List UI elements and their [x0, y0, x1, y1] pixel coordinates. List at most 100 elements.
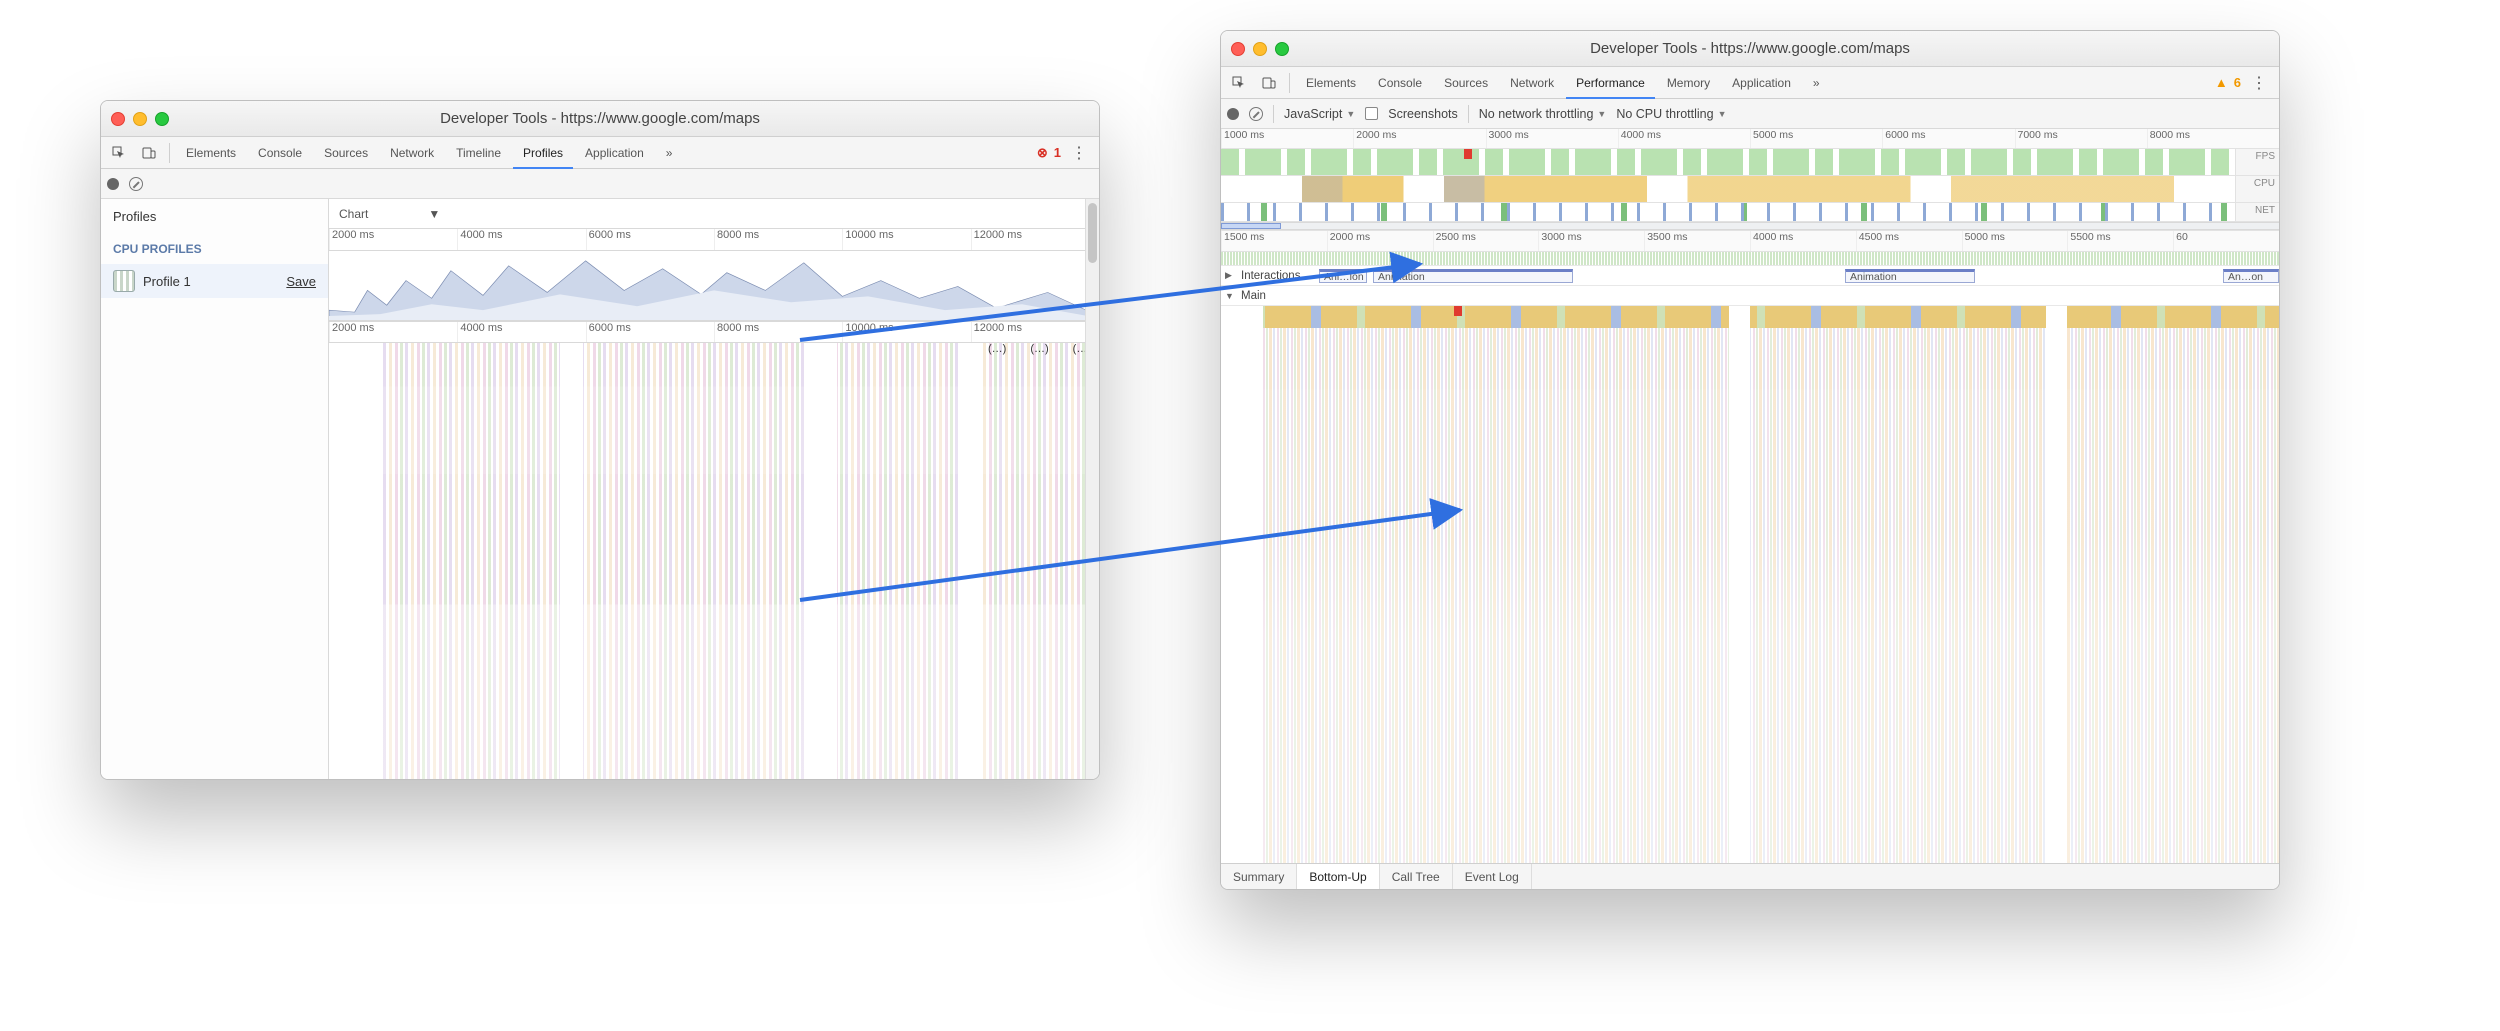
overview-ruler[interactable]: 2000 ms 4000 ms 6000 ms 8000 ms 10000 ms…	[329, 229, 1099, 251]
ruler-tick: 5000 ms	[1750, 129, 1882, 148]
network-throttle-select[interactable]: No network throttling ▼	[1479, 107, 1607, 121]
tab-performance[interactable]: Performance	[1566, 67, 1655, 99]
ruler-tick: 2500 ms	[1433, 231, 1539, 251]
inspect-element-icon[interactable]	[1225, 69, 1253, 97]
overview-lane-cpu[interactable]: CPU	[1221, 176, 2279, 203]
tab-console[interactable]: Console	[1368, 67, 1432, 99]
ruler-tick: 6000 ms	[1882, 129, 2014, 148]
tab-overflow[interactable]: »	[656, 137, 683, 169]
profile-type-select[interactable]: JavaScript ▼	[1284, 107, 1355, 121]
warning-badge-icon[interactable]: ▲	[2215, 75, 2228, 90]
details-tab-summary[interactable]: Summary	[1221, 864, 1297, 889]
tab-elements[interactable]: Elements	[176, 137, 246, 169]
interactions-track[interactable]: ▶ Interactions Ani…ion Animation Animati…	[1221, 266, 2279, 286]
ruler-tick: 8000 ms	[2147, 129, 2279, 148]
record-button-icon[interactable]	[1227, 108, 1239, 120]
tab-network[interactable]: Network	[1500, 67, 1564, 99]
device-toolbar-icon[interactable]	[1255, 69, 1283, 97]
ruler-tick: 6000 ms	[586, 229, 714, 250]
zoom-window-icon[interactable]	[1275, 42, 1289, 56]
clear-button-icon[interactable]	[1249, 107, 1263, 121]
settings-kebab-icon[interactable]: ⋮	[1067, 143, 1091, 163]
ruler-tick: 2000 ms	[329, 229, 457, 250]
overview-lane-net[interactable]: NET	[1221, 203, 2279, 222]
tab-application[interactable]: Application	[1722, 67, 1801, 99]
tab-sources[interactable]: Sources	[314, 137, 378, 169]
main-flame-chart[interactable]	[1221, 306, 2279, 863]
clear-button-icon[interactable]	[129, 177, 143, 191]
ruler-tick: 5500 ms	[2067, 231, 2173, 251]
settings-kebab-icon[interactable]: ⋮	[2247, 73, 2271, 93]
details-tab-calltree[interactable]: Call Tree	[1380, 864, 1453, 889]
profile-name: Profile 1	[143, 274, 191, 289]
profile-list-item[interactable]: Profile 1 Save	[101, 264, 328, 298]
tab-elements[interactable]: Elements	[1296, 67, 1366, 99]
disclosure-down-icon[interactable]: ▼	[1225, 291, 1235, 301]
vertical-scrollbar[interactable]	[1085, 199, 1099, 779]
animation-segment[interactable]: An…on	[2223, 269, 2279, 283]
tab-timeline[interactable]: Timeline	[446, 137, 511, 169]
chevron-down-icon: ▼	[428, 207, 440, 221]
profile-save-link[interactable]: Save	[286, 274, 316, 289]
ruler-tick: 10000 ms	[842, 322, 970, 342]
minimize-window-icon[interactable]	[133, 112, 147, 126]
error-badge-icon[interactable]: ⊗	[1037, 145, 1048, 161]
minimize-window-icon[interactable]	[1253, 42, 1267, 56]
traffic-lights	[1231, 42, 1289, 56]
truncated-labels: (…) (…) (…)	[329, 343, 1099, 359]
ruler-tick: 1500 ms	[1221, 231, 1327, 251]
flame-ruler[interactable]: 2000 ms 4000 ms 6000 ms 8000 ms 10000 ms…	[329, 321, 1099, 343]
tab-overflow[interactable]: »	[1803, 67, 1830, 99]
overview-ruler[interactable]: 1000 ms 2000 ms 3000 ms 4000 ms 5000 ms …	[1221, 129, 2279, 149]
performance-toolbar: JavaScript ▼ Screenshots No network thro…	[1221, 99, 2279, 129]
chevron-down-icon: ▼	[1346, 109, 1355, 119]
sidebar-section-cpu: CPU PROFILES	[101, 234, 328, 264]
panel-tabstrip: Elements Console Sources Network Timelin…	[101, 137, 1099, 169]
ruler-tick: 4000 ms	[1618, 129, 1750, 148]
animation-segment[interactable]: Animation	[1845, 269, 1975, 283]
disclosure-right-icon[interactable]: ▶	[1225, 270, 1235, 281]
profile-type-label: JavaScript	[1284, 107, 1342, 121]
ruler-tick: 8000 ms	[714, 322, 842, 342]
main-ruler[interactable]: 1500 ms 2000 ms 2500 ms 3000 ms 3500 ms …	[1221, 230, 2279, 252]
warning-count[interactable]: 6	[2234, 75, 2241, 90]
animation-segment[interactable]: Animation	[1373, 269, 1573, 283]
ruler-tick: 5000 ms	[1962, 231, 2068, 251]
cpu-flame-chart[interactable]: (…) (…) (…)	[329, 343, 1099, 779]
ruler-tick: 4000 ms	[1750, 231, 1856, 251]
lane-label-net: NET	[2235, 203, 2279, 221]
screenshots-checkbox[interactable]	[1365, 107, 1378, 120]
animation-segment[interactable]: Ani…ion	[1319, 269, 1367, 283]
frames-track[interactable]	[1221, 252, 2279, 266]
chevron-down-icon: ▼	[1597, 109, 1606, 119]
chart-view-label: Chart	[339, 207, 368, 221]
error-count[interactable]: 1	[1054, 145, 1061, 160]
overview-lane-fps[interactable]: FPS	[1221, 149, 2279, 176]
overview-range-handle[interactable]	[1221, 222, 2279, 230]
close-window-icon[interactable]	[1231, 42, 1245, 56]
cpu-throttle-select[interactable]: No CPU throttling ▼	[1616, 107, 1726, 121]
interactions-label: Interactions	[1241, 270, 1313, 282]
tab-application[interactable]: Application	[575, 137, 654, 169]
tab-console[interactable]: Console	[248, 137, 312, 169]
titlebar[interactable]: Developer Tools - https://www.google.com…	[1221, 31, 2279, 67]
network-throttle-label: No network throttling	[1479, 107, 1594, 121]
long-frame-marker-icon	[1464, 149, 1472, 159]
details-tab-eventlog[interactable]: Event Log	[1453, 864, 1532, 889]
tab-profiles[interactable]: Profiles	[513, 137, 573, 169]
zoom-window-icon[interactable]	[155, 112, 169, 126]
device-toolbar-icon[interactable]	[135, 139, 163, 167]
record-button-icon[interactable]	[107, 178, 119, 190]
range-start-handle[interactable]	[1221, 223, 1281, 229]
ruler-tick: 4000 ms	[457, 229, 585, 250]
details-tab-bottomup[interactable]: Bottom-Up	[1297, 864, 1379, 889]
tab-network[interactable]: Network	[380, 137, 444, 169]
titlebar[interactable]: Developer Tools - https://www.google.com…	[101, 101, 1099, 137]
tab-sources[interactable]: Sources	[1434, 67, 1498, 99]
overview-minimap[interactable]	[329, 251, 1099, 321]
close-window-icon[interactable]	[111, 112, 125, 126]
inspect-element-icon[interactable]	[105, 139, 133, 167]
main-track-header[interactable]: ▼ Main	[1221, 286, 2279, 306]
chart-view-select[interactable]: Chart ▼	[329, 199, 1099, 229]
tab-memory[interactable]: Memory	[1657, 67, 1720, 99]
